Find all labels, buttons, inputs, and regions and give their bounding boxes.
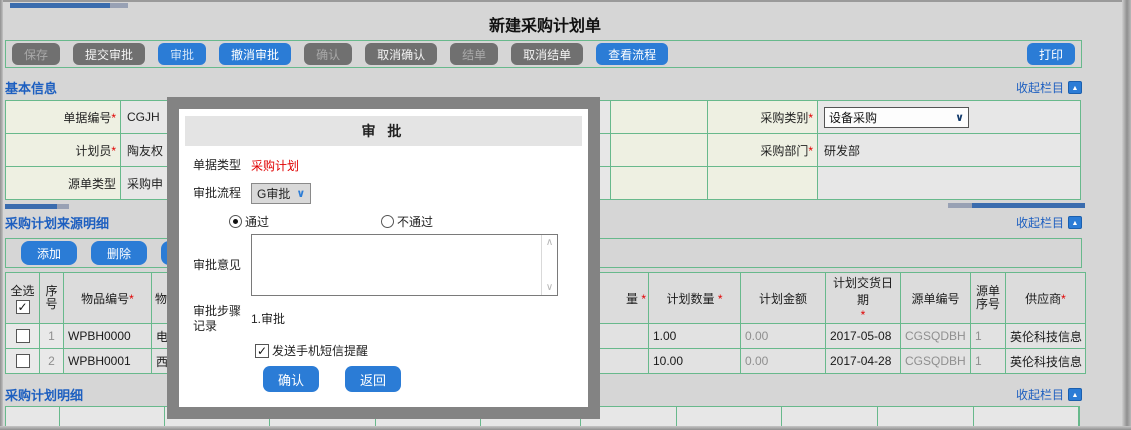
modal-confirm-button[interactable]: 确认 [263, 366, 319, 392]
source-title: 采购计划来源明细 [5, 215, 110, 231]
source-seq-cell: 1 [970, 348, 1006, 374]
plan-qty-cell[interactable]: 10.00 [648, 348, 741, 374]
purchase-dept-field: 研发部 [817, 133, 1081, 167]
collapse-up-icon[interactable]: ▲ [1068, 387, 1082, 401]
plan-amount-header: 计划金额 [740, 272, 826, 324]
basic-info-title: 基本信息 [5, 80, 58, 96]
modal-back-button[interactable]: 返回 [345, 366, 401, 392]
plan-qty-header: 计划数量 * [648, 272, 741, 324]
modal-title: 审 批 [185, 116, 582, 146]
opinion-label: 审批意见 [193, 257, 242, 272]
basic-info-section-bar: 基本信息 收起栏目 ▲ [5, 76, 1082, 98]
delivery-date-cell[interactable]: 2017-05-08 [825, 323, 901, 349]
row-checkbox[interactable] [15, 354, 30, 369]
close-order-button[interactable]: 结单 [450, 43, 499, 65]
seq-header: 序号 [39, 272, 64, 324]
purchase-category-select[interactable]: 设备采购 ∨ [824, 106, 969, 128]
chevron-down-icon: ∨ [296, 188, 306, 200]
window-frame [0, 0, 1131, 2]
plan-amount-cell: 0.00 [740, 348, 826, 374]
approval-modal: 审 批 单据类型 采购计划 审批流程 G审批 ∨ 通过 不通过 审批意见 ∧ ∨… [167, 97, 600, 419]
window-frame [1122, 0, 1131, 430]
confirm-button[interactable]: 确认 [304, 43, 353, 65]
window-frame [0, 0, 3, 430]
item-code-cell: WPBH0000 [63, 323, 152, 349]
approval-flow-select[interactable]: G审批 ∨ [251, 183, 312, 204]
basic-h-scrollbar[interactable] [5, 204, 69, 209]
page-title: 新建采购计划单 [488, 18, 601, 35]
scrollbar-thumb[interactable] [5, 204, 57, 209]
delivery-date-header: 计划交货日期 * [825, 272, 901, 324]
item-code-header: 物品编号* [63, 272, 152, 324]
detail-collapse[interactable]: 收起栏目 ▲ [1016, 386, 1082, 403]
plan-amount-cell: 0.00 [740, 323, 826, 349]
steps-label: 审批步骤记录 [193, 304, 242, 333]
sms-label: 发送手机短信提醒 [272, 344, 369, 358]
collapse-up-icon[interactable]: ▲ [1068, 215, 1082, 229]
view-flow-button[interactable]: 查看流程 [596, 43, 669, 65]
flow-label: 审批流程 [193, 186, 242, 200]
toolbar: 保存 提交审批 审批 撤消审批 确认 取消确认 结单 取消结单 查看流程 打印 [5, 40, 1082, 68]
chevron-down-icon: ∨ [955, 111, 964, 124]
cancel-approval-button[interactable]: 撤消审批 [219, 43, 292, 65]
select-all-checkbox[interactable] [15, 299, 30, 314]
supplier-cell: 英伦科技信息 [1005, 323, 1086, 349]
steps-value: 1.审批 [251, 312, 286, 326]
source-no-cell: CGSQDBH [900, 323, 971, 349]
supplier-cell: 英伦科技信息 [1005, 348, 1086, 374]
scrollbar-thumb[interactable] [10, 3, 110, 8]
source-no-header: 源单编号 [900, 272, 971, 324]
source-seq-header: 源单序号 [970, 272, 1006, 324]
detail-title: 采购计划明细 [5, 387, 84, 403]
scroll-down-icon[interactable]: ∨ [546, 282, 553, 293]
submit-approval-button[interactable]: 提交审批 [73, 43, 146, 65]
source-no-cell: CGSQDBH [900, 348, 971, 374]
select-all-header: 全选 [5, 272, 40, 324]
add-button[interactable]: 添加 [21, 241, 77, 265]
scrollbar-thumb[interactable] [972, 203, 1085, 208]
source-collapse[interactable]: 收起栏目 ▲ [1016, 214, 1082, 231]
row-checkbox[interactable] [15, 329, 30, 344]
delete-button[interactable]: 删除 [91, 241, 147, 265]
top-h-scrollbar[interactable] [10, 3, 128, 8]
textarea-scrollbar[interactable]: ∧ ∨ [541, 235, 557, 295]
delivery-date-cell[interactable]: 2017-04-28 [825, 348, 901, 374]
source-seq-cell: 1 [970, 323, 1006, 349]
cancel-confirm-button[interactable]: 取消确认 [365, 43, 438, 65]
pass-radio[interactable] [229, 215, 242, 228]
item-code-cell: WPBH0001 [63, 348, 152, 374]
basic-collapse[interactable]: 收起栏目 ▲ [1016, 79, 1082, 96]
right-h-scrollbar[interactable] [948, 203, 1085, 208]
collapse-up-icon[interactable]: ▲ [1068, 80, 1082, 94]
sms-checkbox[interactable] [255, 343, 269, 358]
window-frame [0, 426, 1131, 430]
cancel-close-order-button[interactable]: 取消结单 [511, 43, 584, 65]
supplier-header: 供应商* [1005, 272, 1086, 324]
scrollbar-track[interactable] [110, 3, 128, 8]
scroll-up-icon[interactable]: ∧ [546, 237, 553, 248]
scrollbar-track[interactable] [948, 203, 972, 208]
fail-radio[interactable] [381, 215, 395, 228]
scrollbar-track[interactable] [57, 204, 69, 209]
doc-type-label: 单据类型 [193, 158, 242, 172]
app-window: 新建采购计划单 保存 提交审批 审批 撤消审批 确认 取消确认 结单 取消结单 … [0, 0, 1131, 430]
doc-type-value: 采购计划 [251, 159, 300, 173]
plan-qty-cell[interactable]: 1.00 [648, 323, 741, 349]
opinion-textarea[interactable]: ∧ ∨ [251, 234, 558, 296]
print-button[interactable]: 打印 [1026, 43, 1075, 65]
pass-radio-label: 通过 [245, 215, 270, 229]
save-button[interactable]: 保存 [12, 43, 61, 65]
approve-button[interactable]: 审批 [158, 43, 207, 65]
fail-radio-label: 不通过 [397, 215, 434, 229]
